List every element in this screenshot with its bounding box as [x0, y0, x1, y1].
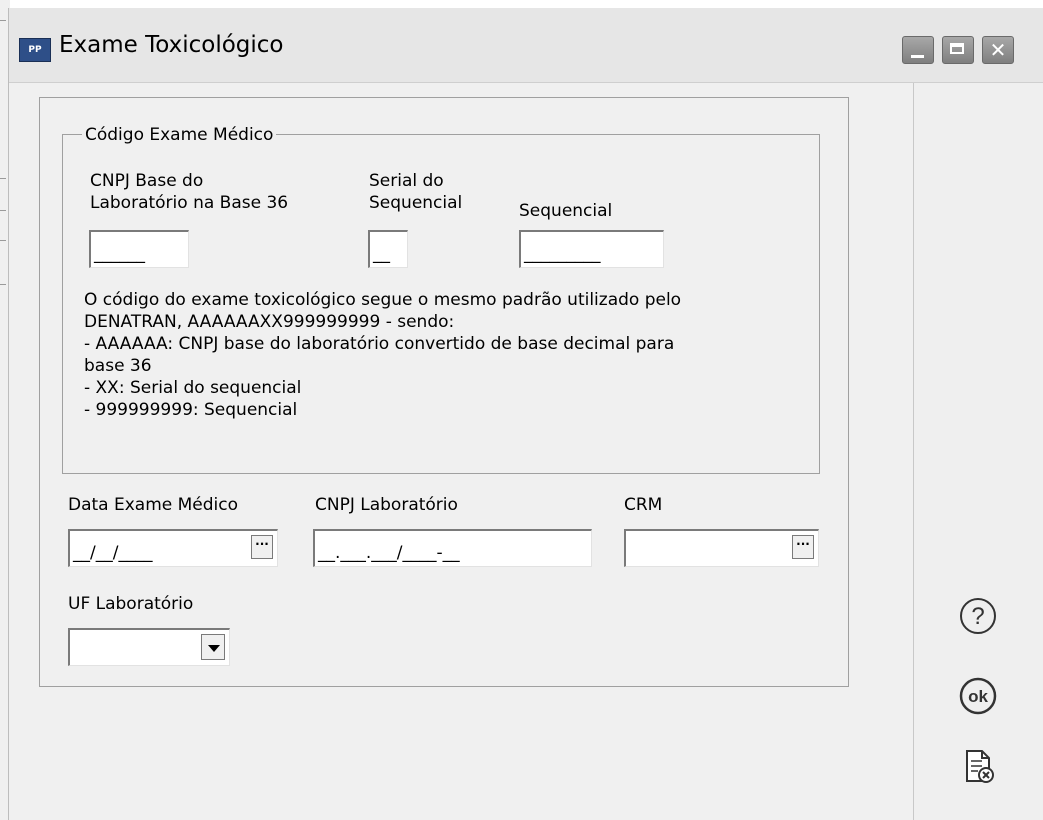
- edge-mark: [0, 178, 6, 179]
- serial-input[interactable]: __: [368, 230, 408, 268]
- minimize-icon: [911, 55, 924, 58]
- info-line: O código do exame toxicológico segue o m…: [84, 290, 682, 310]
- cnpj-base-label-line1: CNPJ Base do: [90, 171, 204, 191]
- cnpj-base-mask: ______: [94, 244, 145, 264]
- crm-input[interactable]: ···: [624, 529, 819, 567]
- cnpj-base-label-line2: Laboratório na Base 36: [90, 193, 289, 213]
- sequencial-mask: _________: [524, 244, 601, 264]
- maximize-icon: [950, 43, 964, 54]
- close-button[interactable]: ✕: [982, 36, 1014, 64]
- app-icon: PP: [19, 38, 51, 62]
- close-icon: ✕: [989, 38, 1007, 62]
- cancel-button[interactable]: [958, 746, 998, 786]
- side-action-panel: ? ok: [913, 83, 1043, 820]
- title-bar[interactable]: PP Exame Toxicológico ✕: [9, 8, 1043, 83]
- serial-label-line2: Sequencial: [369, 193, 463, 213]
- chevron-down-icon: [208, 645, 220, 652]
- svg-text:?: ?: [971, 603, 984, 630]
- edge-mark: [0, 240, 6, 241]
- group-legend: Código Exame Médico: [82, 125, 277, 145]
- cnpj-base-input[interactable]: ______: [89, 230, 189, 268]
- cnpj-laboratorio-input[interactable]: __.___.___/____-__: [313, 529, 592, 567]
- help-icon: ?: [960, 598, 996, 634]
- dropdown-button[interactable]: [201, 634, 225, 660]
- edge-mark: [0, 20, 6, 21]
- info-line: base 36: [84, 356, 152, 376]
- info-text: O código do exame toxicológico segue o m…: [84, 289, 814, 421]
- data-exame-input[interactable]: __/__/____ ···: [68, 529, 278, 567]
- date-picker-button[interactable]: ···: [251, 535, 273, 559]
- serial-label-line1: Serial do: [369, 171, 444, 191]
- ok-button[interactable]: ok: [958, 676, 998, 716]
- sequencial-label: Sequencial: [519, 201, 613, 221]
- ok-icon: ok: [959, 677, 997, 715]
- info-line: - AAAAAA: CNPJ base do laboratório conve…: [84, 334, 675, 354]
- minimize-button[interactable]: [902, 36, 934, 64]
- cnpj-laboratorio-label: CNPJ Laboratório: [315, 495, 458, 515]
- maximize-button[interactable]: [942, 36, 974, 64]
- edge-mark: [0, 284, 6, 285]
- window-title: Exame Toxicológico: [59, 32, 284, 58]
- help-button[interactable]: ?: [958, 596, 998, 636]
- data-exame-mask: __/__/____: [73, 543, 153, 563]
- uf-laboratorio-select[interactable]: [68, 628, 230, 666]
- info-line: - XX: Serial do sequencial: [84, 378, 302, 398]
- info-line: DENATRAN, AAAAAAXX999999999 - sendo:: [84, 312, 455, 332]
- serial-mask: __: [373, 244, 390, 264]
- sequencial-input[interactable]: _________: [519, 230, 664, 268]
- uf-laboratorio-label: UF Laboratório: [68, 594, 194, 614]
- crm-lookup-button[interactable]: ···: [792, 535, 814, 559]
- info-line: - 999999999: Sequencial: [84, 400, 298, 420]
- data-exame-label: Data Exame Médico: [68, 495, 239, 515]
- crm-label: CRM: [624, 495, 663, 515]
- cnpj-laboratorio-mask: __.___.___/____-__: [318, 543, 460, 563]
- cancel-document-icon: [966, 750, 994, 783]
- edge-mark: [0, 210, 6, 211]
- svg-text:ok: ok: [968, 687, 988, 706]
